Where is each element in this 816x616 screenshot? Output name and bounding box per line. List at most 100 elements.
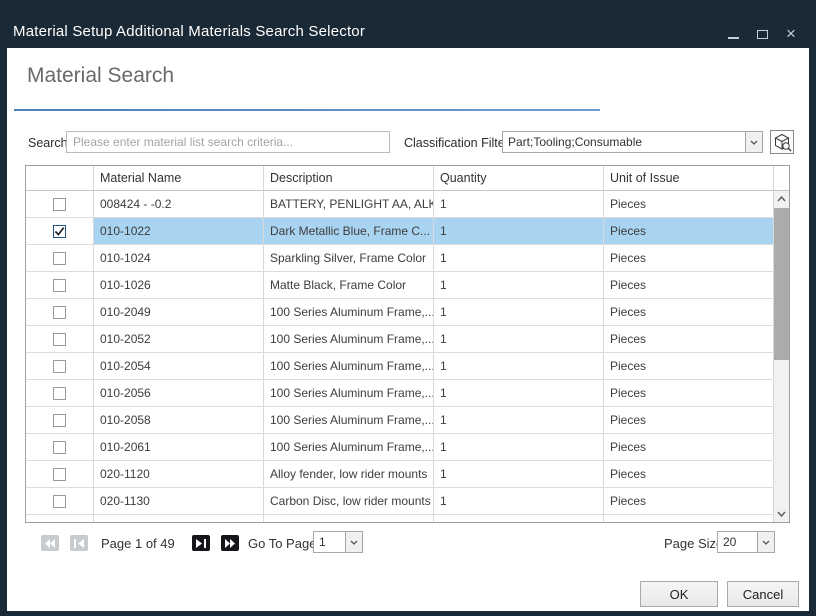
header-material-name[interactable]: Material Name <box>94 166 264 190</box>
vertical-scrollbar[interactable] <box>774 191 789 522</box>
cell-material-name <box>94 515 264 523</box>
chevron-down-icon <box>762 540 770 545</box>
scroll-up-button[interactable] <box>774 191 789 207</box>
maximize-button[interactable] <box>755 27 769 41</box>
row-checkbox[interactable] <box>53 414 66 427</box>
table-row[interactable]: 010-2054 100 Series Aluminum Frame,... 1… <box>26 353 789 380</box>
cell-material-name: 008424 - -0.2 <box>94 191 264 217</box>
classification-filter-dropdown[interactable]: Part;Tooling;Consumable <box>502 131 763 153</box>
cancel-button[interactable]: Cancel <box>727 581 799 607</box>
cell-quantity: 1 <box>434 245 604 271</box>
go-to-page-dropdown-button[interactable] <box>345 532 362 552</box>
go-to-page-label: Go To Page <box>248 536 316 551</box>
cell-quantity <box>434 515 604 523</box>
go-to-page-dropdown[interactable]: 1 <box>313 531 363 553</box>
page-indicator: Page 1 of 49 <box>101 536 175 551</box>
cell-quantity: 1 <box>434 407 604 433</box>
row-checkbox[interactable] <box>53 360 66 373</box>
scroll-down-button[interactable] <box>774 506 789 522</box>
page-size-dropdown[interactable]: 20 <box>717 531 775 553</box>
row-checkbox-cell <box>26 461 94 487</box>
cell-quantity: 1 <box>434 218 604 244</box>
table-row[interactable]: 010-2049 100 Series Aluminum Frame,... 1… <box>26 299 789 326</box>
cell-unit-of-issue <box>604 515 774 523</box>
table-row[interactable]: 010-2056 100 Series Aluminum Frame,... 1… <box>26 380 789 407</box>
minimize-button[interactable] <box>726 27 740 41</box>
row-checkbox[interactable] <box>53 495 66 508</box>
row-checkbox[interactable] <box>53 441 66 454</box>
cell-material-name: 010-1022 <box>94 218 264 244</box>
last-page-button[interactable] <box>221 535 239 551</box>
row-checkbox-cell <box>26 326 94 352</box>
table-row[interactable]: 008424 - -0.2 BATTERY, PENLIGHT AA, ALK.… <box>26 191 789 218</box>
table-row[interactable]: 010-1022 Dark Metallic Blue, Frame C... … <box>26 218 789 245</box>
page-size-label: Page Size <box>664 536 723 551</box>
heading-underline <box>14 109 600 111</box>
row-checkbox-cell <box>26 245 94 271</box>
scrollbar-thumb[interactable] <box>774 208 789 360</box>
row-checkbox[interactable] <box>53 279 66 292</box>
table-row[interactable]: 010-2061 100 Series Aluminum Frame,... 1… <box>26 434 789 461</box>
previous-page-button[interactable] <box>70 535 88 551</box>
table-row[interactable]: 020-1130 Carbon Disc, low rider mounts 1… <box>26 488 789 515</box>
header-quantity[interactable]: Quantity <box>434 166 604 190</box>
cell-material-name: 010-2056 <box>94 380 264 406</box>
cell-unit-of-issue: Pieces <box>604 380 774 406</box>
dialog-content: Material Search Search Classification Fi… <box>7 48 809 611</box>
cell-material-name: 010-2052 <box>94 326 264 352</box>
cell-unit-of-issue: Pieces <box>604 461 774 487</box>
row-checkbox-cell <box>26 353 94 379</box>
cell-description: 100 Series Aluminum Frame,... <box>264 407 434 433</box>
cell-unit-of-issue: Pieces <box>604 272 774 298</box>
ok-button[interactable]: OK <box>640 581 718 607</box>
header-description[interactable]: Description <box>264 166 434 190</box>
table-row[interactable]: 010-2052 100 Series Aluminum Frame,... 1… <box>26 326 789 353</box>
row-checkbox[interactable] <box>53 252 66 265</box>
close-icon: × <box>786 27 796 41</box>
row-checkbox[interactable] <box>53 387 66 400</box>
cell-description: Carbon Disc, low rider mounts <box>264 488 434 514</box>
classification-filter-value: Part;Tooling;Consumable <box>503 132 745 152</box>
search-input[interactable] <box>66 131 390 153</box>
cell-unit-of-issue: Pieces <box>604 434 774 460</box>
material-lookup-button[interactable] <box>770 130 794 154</box>
row-checkbox[interactable] <box>53 306 66 319</box>
header-unit-of-issue[interactable]: Unit of Issue <box>604 166 774 190</box>
row-checkbox[interactable] <box>53 225 66 238</box>
table-row[interactable]: 020-1120 Alloy fender, low rider mounts … <box>26 461 789 488</box>
table-row[interactable]: 010-2058 100 Series Aluminum Frame,... 1… <box>26 407 789 434</box>
cell-description <box>264 515 434 523</box>
chevron-down-icon <box>750 140 758 145</box>
go-to-page-value: 1 <box>314 532 345 552</box>
materials-table: Material Name Description Quantity Unit … <box>25 165 790 523</box>
row-checkbox-cell <box>26 191 94 217</box>
cell-material-name: 010-2058 <box>94 407 264 433</box>
first-page-button[interactable] <box>41 535 59 551</box>
row-checkbox[interactable] <box>53 468 66 481</box>
next-page-button[interactable] <box>192 535 210 551</box>
cell-quantity: 1 <box>434 380 604 406</box>
row-checkbox-cell <box>26 407 94 433</box>
cell-quantity: 1 <box>434 191 604 217</box>
row-checkbox-cell <box>26 488 94 514</box>
row-checkbox-cell <box>26 380 94 406</box>
cell-material-name: 020-1130 <box>94 488 264 514</box>
table-row[interactable] <box>26 515 789 523</box>
row-checkbox-cell <box>26 272 94 298</box>
page-size-dropdown-button[interactable] <box>757 532 774 552</box>
row-checkbox[interactable] <box>53 333 66 346</box>
close-button[interactable]: × <box>784 27 798 41</box>
cell-description: Alloy fender, low rider mounts <box>264 461 434 487</box>
cell-unit-of-issue: Pieces <box>604 326 774 352</box>
search-label: Search <box>28 136 68 150</box>
cell-quantity: 1 <box>434 326 604 352</box>
cell-description: 100 Series Aluminum Frame,... <box>264 434 434 460</box>
classification-dropdown-button[interactable] <box>745 132 762 152</box>
maximize-icon <box>757 30 768 39</box>
table-row[interactable]: 010-1026 Matte Black, Frame Color 1 Piec… <box>26 272 789 299</box>
next-page-icon <box>196 539 206 548</box>
row-checkbox[interactable] <box>53 198 66 211</box>
cell-unit-of-issue: Pieces <box>604 245 774 271</box>
cell-material-name: 020-1120 <box>94 461 264 487</box>
table-row[interactable]: 010-1024 Sparkling Silver, Frame Color 1… <box>26 245 789 272</box>
